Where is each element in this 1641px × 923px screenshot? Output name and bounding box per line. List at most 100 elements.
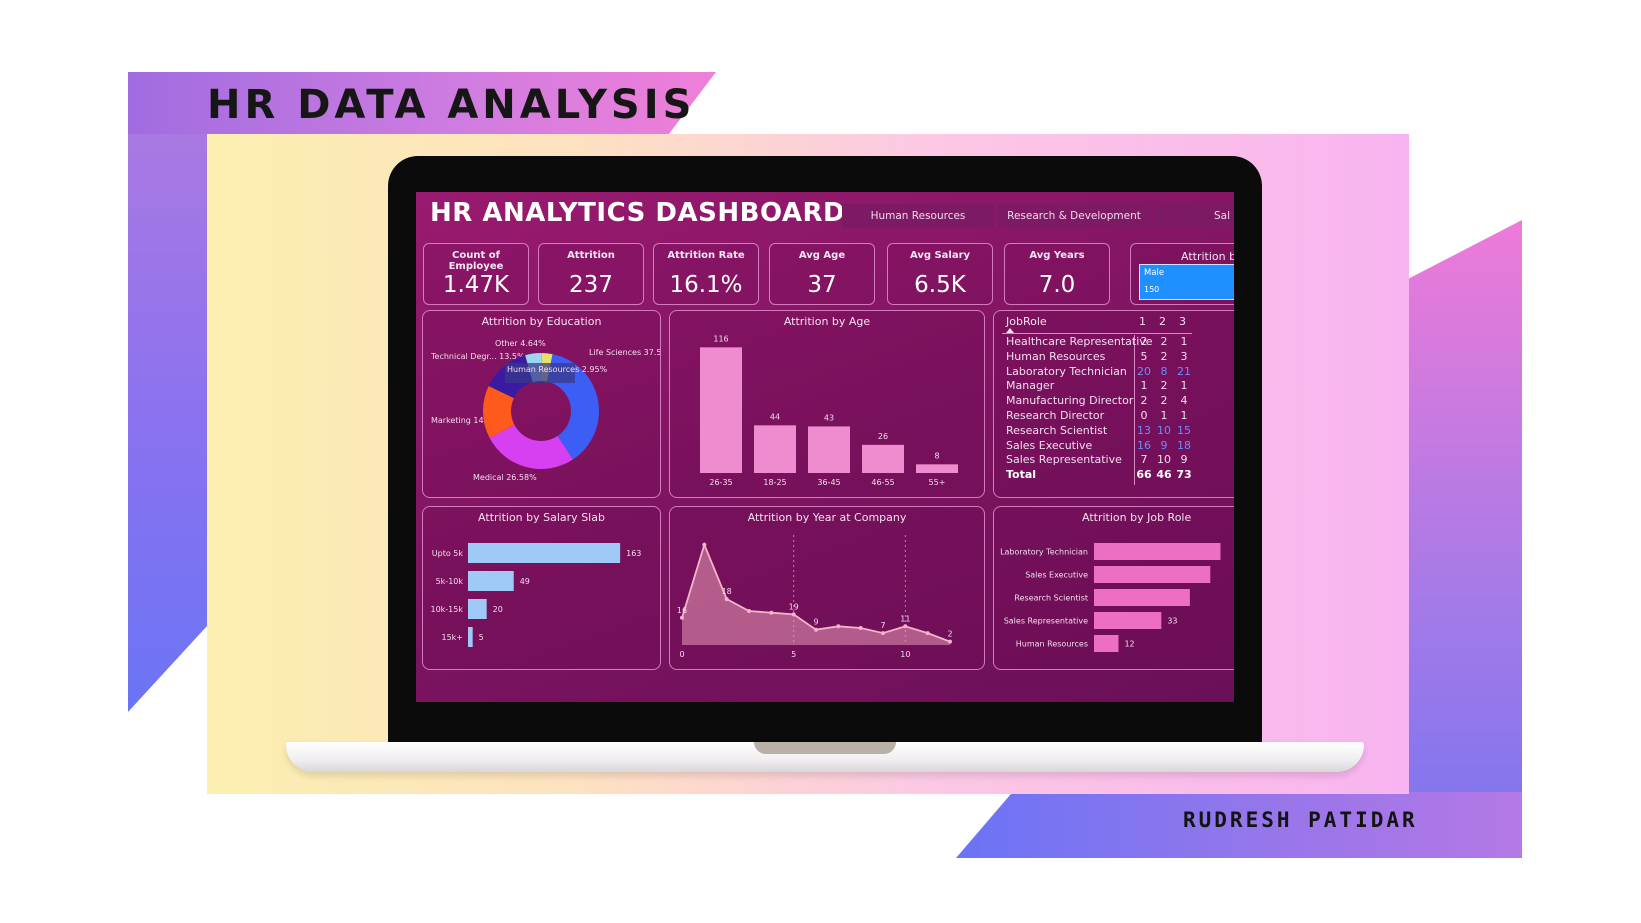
table-cell-value: 5 [1140,349,1148,363]
education-donut-chart: Life Sciences 37.55% Medical 26.58% Mark… [430,339,660,482]
laptop-notch [754,742,896,754]
salary-bar-2[interactable] [468,599,487,619]
year-point-8[interactable] [858,626,863,630]
age-bar-label-0: 116 [713,334,728,343]
age-tick-3: 46-55 [871,478,894,487]
table-header-jobrole[interactable]: JobRole [1006,315,1047,328]
table-cell-value: 13 [1137,423,1151,437]
table-cell-value: 2 [1140,335,1148,348]
table-cell-value: 10 [1157,453,1171,467]
label-medical: Medical 26.58% [473,473,537,482]
label-technical-degree: Technical Degr... 13.5% [430,352,525,361]
year-point-7[interactable] [836,624,841,629]
year-point-1[interactable] [702,542,707,547]
salary-value-0: 163 [626,549,641,558]
kpi-avg-age: Avg Age 37 [769,243,875,305]
table-cell-value: 18 [1177,438,1191,452]
donut-slice-1[interactable] [489,424,573,469]
table-cell-value: 1 [1160,409,1168,422]
age-bar-3[interactable] [862,444,904,473]
year-value-label-10: 11 [900,614,910,623]
tab-research-development[interactable]: Research & Development [998,204,1150,228]
table-cell-role: Manufacturing Director [1006,394,1134,408]
table-cell-role: Sales Representative [1006,453,1122,467]
table-cell-value: 1 [1140,379,1148,393]
kpi-avg-salary: Avg Salary 6.5K [887,243,993,305]
jobrole-value-3: 33 [1167,617,1177,626]
table-total-value: 73 [1176,468,1192,482]
male-segment[interactable]: Male 150 [1139,264,1234,300]
year-point-4[interactable] [769,610,774,615]
salary-bar-3[interactable] [468,627,473,647]
tab-human-resources[interactable]: Human Resources [842,204,994,228]
kpi-count-of-employee: Count of Employee 1.47K [423,243,529,305]
table-cell-role: Research Scientist [1006,423,1108,437]
year-point-3[interactable] [747,609,751,613]
panel-attrition-by-age: Attrition by Age 116 26-35 44 18-25 43 36-45 2… [669,310,985,498]
jobrole-category-4: Human Resources [1016,640,1088,649]
year-area-chart: 16 18 19 9 7 11 2 0 5 10 [677,535,953,659]
table-total-label: Total [1006,468,1037,482]
kpi-label: Avg Salary [909,250,971,261]
table-header-3[interactable]: 3 [1179,315,1186,328]
age-tick-1: 18-25 [763,478,786,487]
table-cell-value: 16 [1137,438,1151,452]
kpi-label: Attrition b [1181,250,1234,263]
jobrole-category-2: Research Scientist [1014,594,1088,603]
year-point-2[interactable] [724,597,729,602]
age-bar-label-4: 8 [934,451,939,460]
year-point-12[interactable] [948,639,952,644]
salary-category-1: 5k-10k [436,577,464,586]
kpi-avg-years: Avg Years 7.0 [1004,243,1110,305]
salary-value-1: 49 [520,577,530,586]
table-cell-value: 1 [1180,379,1188,393]
jobrole-bar-chart: Laboratory Technician Sales Executive Rese… [1000,543,1221,652]
table-cell-role: Healthcare Representative [1006,335,1153,348]
jobrole-bar-1[interactable] [1094,566,1211,583]
table-header-2[interactable]: 2 [1159,315,1166,328]
age-tick-0: 26-35 [709,478,732,487]
year-point-6[interactable] [814,627,818,632]
age-bar-0[interactable] [700,347,742,473]
year-point-5[interactable] [791,612,796,617]
salary-bar-0[interactable] [468,543,621,563]
table-cell-value: 7 [1140,453,1148,467]
year-point-0[interactable] [680,615,684,620]
age-bar-2[interactable] [808,426,850,473]
table-cell-value: 10 [1157,423,1171,437]
table-header-1[interactable]: 1 [1139,315,1146,328]
table-cell-role: Research Director [1006,409,1105,422]
table-cell-value: 4 [1180,394,1188,408]
year-value-label-2: 18 [722,587,732,596]
table-cell-value: 2 [1160,379,1168,393]
kpi-label: Count of Employee [448,250,504,272]
table-cell-value: 8 [1160,364,1168,378]
salary-bar-1[interactable] [468,571,514,591]
table-cell-value: 2 [1160,394,1168,408]
year-tick-1: 5 [791,650,796,659]
year-point-11[interactable] [925,631,930,636]
jobrole-bar-0[interactable] [1094,543,1221,560]
kpi-label: Avg Years [1029,250,1085,261]
panel-attrition-by-education: Attrition by Education Life Sciences 37.… [422,310,661,498]
table-cell-value: 20 [1137,364,1151,378]
jobrole-bar-3[interactable] [1094,612,1162,629]
male-label: Male [1144,268,1165,278]
age-bar-4[interactable] [916,464,958,473]
dashboard-title: HR ANALYTICS DASHBOARD [430,198,846,228]
age-bar-1[interactable] [754,425,796,473]
panel-attrition-by-salary: Attrition by Salary Slab Upto 5k 163 5k-10… [422,506,661,670]
kpi-label: Avg Age [798,250,846,261]
jobrole-category-3: Sales Representative [1004,617,1088,626]
jobrole-bar-2[interactable] [1094,589,1190,606]
table-cell-value: 15 [1177,423,1191,437]
table-cell-value: 2 [1160,349,1168,363]
year-point-10[interactable] [903,624,908,629]
salary-category-0: Upto 5k [432,549,464,558]
jobrole-bar-4[interactable] [1094,635,1119,652]
table-cell-value: 0 [1140,409,1148,422]
tab-sales[interactable]: Sal [1154,204,1234,228]
table-cell-role: Sales Executive [1006,438,1093,452]
age-bar-label-3: 26 [878,432,888,441]
year-point-9[interactable] [881,631,885,636]
